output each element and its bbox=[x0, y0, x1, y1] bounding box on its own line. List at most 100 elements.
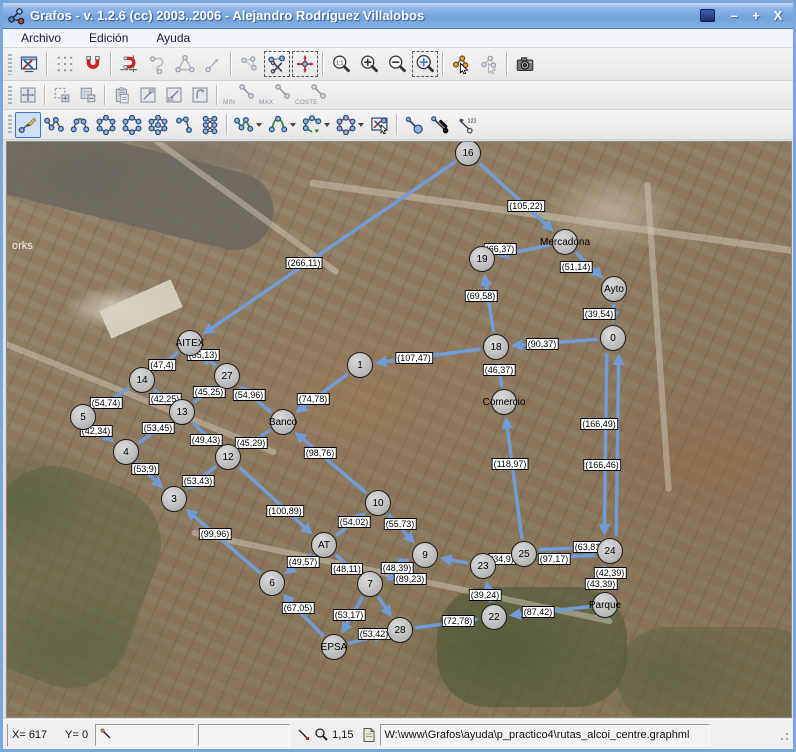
edge-weight-label[interactable]: (49,57) bbox=[287, 556, 320, 568]
design-board-button[interactable] bbox=[15, 50, 43, 78]
edge-weight-label[interactable]: (69,58) bbox=[465, 290, 498, 302]
edge-weight-label[interactable]: (166,46) bbox=[583, 459, 621, 471]
graph-node-1[interactable]: 1 bbox=[347, 352, 373, 378]
graph-node-3[interactable]: 3 bbox=[161, 486, 187, 512]
edge-weight-label[interactable]: (55,73) bbox=[384, 518, 417, 530]
edge-weight-label[interactable]: (47,4) bbox=[148, 359, 176, 371]
graph-node-5[interactable]: 5 bbox=[70, 404, 96, 430]
zoom-actual-button[interactable]: 1:1 bbox=[327, 50, 355, 78]
graph-node-22[interactable]: 22 bbox=[481, 604, 507, 630]
pendant-edge-button[interactable] bbox=[401, 112, 427, 138]
path-button[interactable] bbox=[41, 112, 67, 138]
edge-weight-label[interactable]: (266,11) bbox=[286, 257, 323, 269]
zoom-fit-button[interactable] bbox=[411, 50, 439, 78]
edge-weight-label[interactable]: (39,54) bbox=[583, 308, 616, 320]
open-cycle-button[interactable] bbox=[119, 112, 145, 138]
edge-weight-label[interactable]: (99,96) bbox=[199, 528, 232, 540]
edge-weight-label[interactable]: (98,76) bbox=[304, 447, 337, 459]
graph-node-Parque[interactable]: Parque bbox=[592, 592, 618, 618]
cut-graph-button[interactable] bbox=[263, 50, 291, 78]
edge-weight-label[interactable]: (67,05) bbox=[282, 602, 315, 614]
graph-node-Ayto[interactable]: Ayto bbox=[601, 276, 627, 302]
edge-weight-label[interactable]: (48,11) bbox=[331, 563, 363, 575]
graph-node-14[interactable]: 14 bbox=[129, 367, 155, 393]
draw-button[interactable] bbox=[15, 112, 41, 138]
bipartite-button[interactable] bbox=[197, 112, 223, 138]
menu-edicion[interactable]: Edición bbox=[79, 30, 138, 46]
graph-node-28[interactable]: 28 bbox=[387, 617, 413, 643]
toolbar-grip[interactable] bbox=[8, 115, 12, 134]
edge-weight-label[interactable]: (49,43) bbox=[190, 434, 223, 446]
algo-cycle-button[interactable] bbox=[333, 112, 367, 138]
edge-weight-label[interactable]: (53,17) bbox=[333, 609, 366, 621]
menu-ayuda[interactable]: Ayuda bbox=[146, 30, 200, 46]
graph-node-7[interactable]: 7 bbox=[357, 571, 383, 597]
edge-weight-label[interactable]: (45,29) bbox=[235, 437, 268, 449]
title-bar[interactable]: Grafos - v. 1.2.6 (cc) 2003..2006 - Alej… bbox=[3, 3, 793, 29]
edge-weight-label[interactable]: (46,37) bbox=[483, 364, 516, 376]
arc-button[interactable] bbox=[67, 112, 93, 138]
wheel-button[interactable] bbox=[145, 112, 171, 138]
graph-node-27[interactable]: 27 bbox=[214, 363, 240, 389]
graph-node-25[interactable]: 25 bbox=[511, 541, 537, 567]
pin-button[interactable] bbox=[700, 9, 715, 22]
graph-node-EPSA[interactable]: EPSA bbox=[321, 634, 347, 660]
graph-node-0[interactable]: 0 bbox=[600, 325, 626, 351]
grid-button[interactable] bbox=[51, 50, 79, 78]
graph-node-13[interactable]: 13 bbox=[169, 399, 195, 425]
graph-node-AITEX[interactable]: AITEX bbox=[177, 330, 203, 356]
algo-arc-button[interactable] bbox=[265, 112, 299, 138]
resize-grip[interactable] bbox=[777, 729, 789, 741]
edge-weight-label[interactable]: (53,45) bbox=[142, 422, 175, 434]
minimize-button[interactable]: – bbox=[723, 7, 745, 25]
snap-magnet-button[interactable] bbox=[115, 50, 143, 78]
zoom-out-button[interactable] bbox=[383, 50, 411, 78]
tools-board-button[interactable] bbox=[367, 112, 393, 138]
graph-node-AT[interactable]: AT bbox=[311, 532, 337, 558]
edge-weight-label[interactable]: (74,78) bbox=[297, 393, 330, 405]
graph-node-Mercadona[interactable]: Mercadona bbox=[552, 229, 578, 255]
move-points-button[interactable] bbox=[291, 50, 319, 78]
toolbar-grip[interactable] bbox=[8, 54, 12, 75]
graph-node-16[interactable]: 16 bbox=[455, 141, 481, 166]
graph-node-Banco[interactable]: Banco bbox=[270, 409, 296, 435]
magnet-button[interactable] bbox=[79, 50, 107, 78]
toolbar-grip[interactable] bbox=[8, 86, 12, 104]
graph-node-18[interactable]: 18 bbox=[483, 334, 509, 360]
edge-weight-label[interactable]: (105,22) bbox=[507, 200, 545, 212]
edge-weight-label[interactable]: (51,14) bbox=[560, 261, 593, 273]
graph-node-6[interactable]: 6 bbox=[259, 570, 285, 596]
zoom-in-button[interactable] bbox=[355, 50, 383, 78]
edge-weight-label[interactable]: (54,02) bbox=[338, 516, 371, 528]
edge-weight-label[interactable]: (87,42) bbox=[522, 606, 555, 618]
star2-button[interactable] bbox=[171, 112, 197, 138]
edge-weight-label[interactable]: (54,74) bbox=[90, 397, 123, 409]
algo-path-button[interactable] bbox=[231, 112, 265, 138]
graph-node-12[interactable]: 12 bbox=[215, 444, 241, 470]
edge-weight-label[interactable]: (89,23) bbox=[394, 573, 427, 585]
graph-node-24[interactable]: 24 bbox=[597, 538, 623, 564]
graph-node-23[interactable]: 23 bbox=[470, 553, 496, 579]
edge-weight-label[interactable]: (90,37) bbox=[526, 338, 559, 350]
edge-weight-label[interactable]: (118,97) bbox=[492, 458, 529, 470]
close-button[interactable]: X bbox=[767, 7, 789, 25]
edge-weight-label[interactable]: (166,49) bbox=[580, 418, 618, 430]
edge-weight-label[interactable]: (39,24) bbox=[469, 589, 502, 601]
camera-button[interactable] bbox=[511, 50, 539, 78]
graph-node-10[interactable]: 10 bbox=[365, 490, 391, 516]
edge-weight-label[interactable]: (53,9) bbox=[131, 463, 159, 475]
select-graph-button[interactable] bbox=[447, 50, 475, 78]
edge-weight-label[interactable]: (100,89) bbox=[266, 505, 304, 517]
graph-node-9[interactable]: 9 bbox=[412, 542, 438, 568]
algo-open-button[interactable] bbox=[299, 112, 333, 138]
edge-weight-label[interactable]: (107,47) bbox=[395, 352, 433, 364]
bar-edge-button[interactable] bbox=[427, 112, 453, 138]
graph-node-4[interactable]: 4 bbox=[113, 439, 139, 465]
edge-weight-label[interactable]: (53,43) bbox=[182, 475, 215, 487]
maximize-button[interactable]: + bbox=[745, 7, 767, 25]
menu-archivo[interactable]: Archivo bbox=[11, 30, 71, 46]
weight-edge-button[interactable]: 123 bbox=[453, 112, 479, 138]
cycle-button[interactable] bbox=[93, 112, 119, 138]
edge-weight-label[interactable]: (97,17) bbox=[538, 553, 571, 565]
edge-weight-label[interactable]: (54,96) bbox=[233, 389, 266, 401]
